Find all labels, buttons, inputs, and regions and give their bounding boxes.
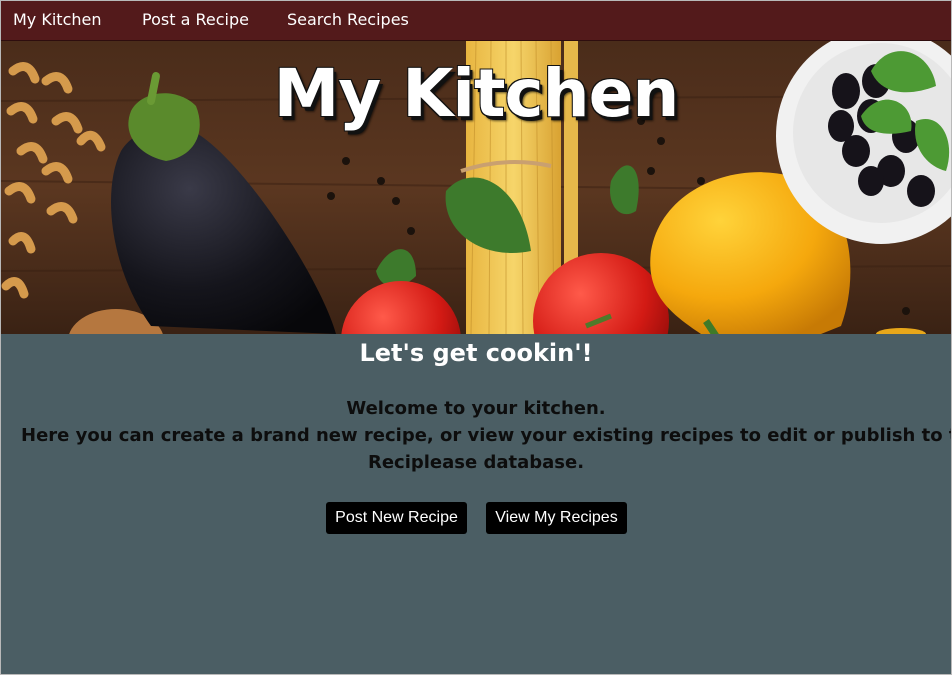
welcome-line-3: Reciplease database. <box>367 452 585 473</box>
hero-title: My Kitchen <box>273 55 680 132</box>
nav-my-kitchen[interactable]: My Kitchen <box>13 1 102 40</box>
view-my-recipes-button[interactable]: View My Recipes <box>486 502 627 534</box>
welcome-text: Welcome to your kitchen. Here you can cr… <box>21 395 952 476</box>
page-heading: Let's get cookin'! <box>359 339 593 367</box>
nav-post-recipe[interactable]: Post a Recipe <box>142 1 249 40</box>
post-new-recipe-button[interactable]: Post New Recipe <box>326 502 467 534</box>
top-nav: My Kitchen Post a Recipe Search Recipes <box>1 1 951 41</box>
welcome-line-1: Welcome to your kitchen. <box>346 398 606 419</box>
welcome-line-2: Here you can create a brand new recipe, … <box>21 425 952 446</box>
hero-banner: My Kitchen <box>1 41 951 334</box>
nav-search-recipes[interactable]: Search Recipes <box>287 1 409 40</box>
app-window: My Kitchen Post a Recipe Search Recipes <box>0 0 952 675</box>
